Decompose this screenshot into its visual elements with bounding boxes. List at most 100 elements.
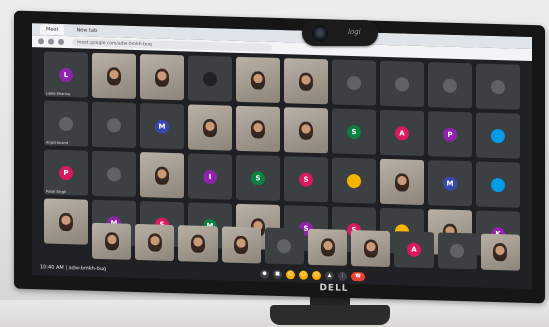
participant-tile[interactable] [428, 62, 472, 109]
participant-tile[interactable] [140, 152, 184, 199]
reaction-icon[interactable]: ☺ [312, 270, 321, 280]
participant-tile[interactable] [308, 228, 348, 266]
reaction-icon[interactable]: ☺ [286, 269, 295, 279]
participant-tile[interactable] [332, 59, 376, 106]
avatar [395, 76, 409, 92]
screen: Meet New tab meet.google.com/adw-bmkh-bu… [32, 23, 532, 290]
webcam: logi [302, 20, 378, 46]
participant-name: Palak Singh [46, 189, 67, 195]
avatar: A [406, 242, 421, 257]
participant-tile[interactable] [284, 58, 328, 105]
address-bar[interactable]: meet.google.com/adw-bmkh-buq [72, 38, 272, 52]
avatar: M [443, 176, 457, 191]
browser-tab-new[interactable]: New tab [70, 25, 103, 36]
participant-tile[interactable]: I [188, 153, 232, 200]
participant-tile[interactable] [380, 158, 424, 206]
participant-video [234, 235, 249, 255]
tab-label: New tab [76, 27, 98, 34]
avatar [347, 75, 361, 90]
camera-icon[interactable]: ■ [273, 269, 282, 279]
avatar [277, 238, 292, 254]
forward-icon[interactable] [48, 38, 54, 45]
meeting-time-code: 10:40 AM | adw-bmkh-buq [40, 264, 107, 273]
participant-tile[interactable]: Anjali Anand [44, 100, 88, 147]
participant-video [104, 232, 119, 251]
avatar: S [299, 172, 313, 187]
participant-tile[interactable] [380, 60, 424, 108]
end-call-icon[interactable]: ☎ [351, 271, 365, 281]
participant-tile[interactable]: M [428, 160, 472, 207]
participant-tile[interactable] [92, 101, 136, 148]
avatar [107, 117, 121, 133]
participant-tile[interactable]: L Lalita Sharma [44, 51, 88, 98]
participant-tile[interactable] [92, 150, 136, 197]
participant-tile[interactable] [188, 55, 232, 102]
participant-tile[interactable]: M [140, 103, 184, 150]
participant-tile[interactable] [332, 157, 376, 204]
participant-tile[interactable] [476, 161, 520, 208]
participant-tile[interactable] [476, 112, 520, 159]
participant-video [203, 118, 217, 137]
participant-tile[interactable] [188, 104, 232, 151]
avatar: A [395, 125, 409, 141]
monitor-stand-base [270, 305, 390, 325]
participant-tile[interactable] [476, 63, 520, 110]
avatar [491, 79, 505, 94]
participant-video [190, 234, 205, 253]
participant-video [395, 172, 409, 192]
participant-tile[interactable]: P Palak Singh [44, 149, 88, 196]
avatar: P [443, 127, 457, 142]
participant-tile[interactable]: S [332, 108, 376, 155]
participant-name: Anjali Anand [46, 140, 68, 146]
address-text: meet.google.com/adw-bmkh-buq [77, 39, 152, 47]
avatar [491, 177, 505, 192]
participant-video [299, 72, 313, 91]
participant-tile[interactable] [92, 52, 136, 99]
participant-tile[interactable] [351, 230, 391, 268]
avatar [107, 166, 121, 182]
participant-tile[interactable]: A [380, 109, 424, 157]
avatar: I [203, 169, 217, 184]
participant-tile[interactable] [480, 233, 520, 271]
participant-tile[interactable] [92, 222, 132, 260]
participant-tile[interactable]: P [428, 111, 472, 158]
participant-tile[interactable] [135, 223, 175, 262]
participant-tile[interactable]: S [236, 154, 280, 202]
participant-tile[interactable] [178, 225, 218, 263]
back-icon[interactable] [38, 38, 44, 45]
more-options-icon[interactable]: ⋮ [338, 271, 347, 281]
webcam-lens-icon [312, 25, 328, 41]
participant-tile[interactable] [44, 198, 88, 245]
present-icon[interactable]: ▲ [325, 270, 334, 281]
avatar [443, 78, 457, 93]
reaction-icon[interactable]: ☺ [299, 270, 308, 280]
participant-tile[interactable]: S [284, 156, 328, 203]
participant-video [59, 212, 73, 231]
participant-tile[interactable] [264, 227, 304, 265]
participant-tile[interactable] [140, 54, 184, 101]
participant-video [155, 68, 169, 87]
participant-video [107, 66, 121, 86]
participant-video [147, 233, 162, 252]
participant-tile[interactable]: A [394, 231, 434, 269]
reload-icon[interactable] [58, 38, 64, 45]
avatar: M [155, 119, 169, 134]
mic-icon[interactable]: ● [260, 268, 269, 279]
participant-tile[interactable] [284, 107, 328, 154]
participant-video [155, 166, 169, 185]
avatar: L [59, 67, 73, 82]
avatar [59, 116, 73, 131]
participant-tile[interactable] [236, 56, 280, 104]
avatar: P [59, 165, 73, 180]
participant-tile[interactable] [221, 226, 261, 264]
avatar: S [251, 170, 265, 186]
avatar [491, 128, 505, 143]
participant-video [363, 239, 378, 258]
avatar [203, 71, 217, 86]
webcam-brand: logi [348, 28, 361, 36]
participant-tile[interactable] [236, 105, 280, 153]
participant-tile[interactable] [437, 232, 477, 270]
avatar [450, 243, 465, 259]
participant-video [251, 119, 265, 139]
browser-tab-meet[interactable]: Meet [40, 24, 65, 35]
